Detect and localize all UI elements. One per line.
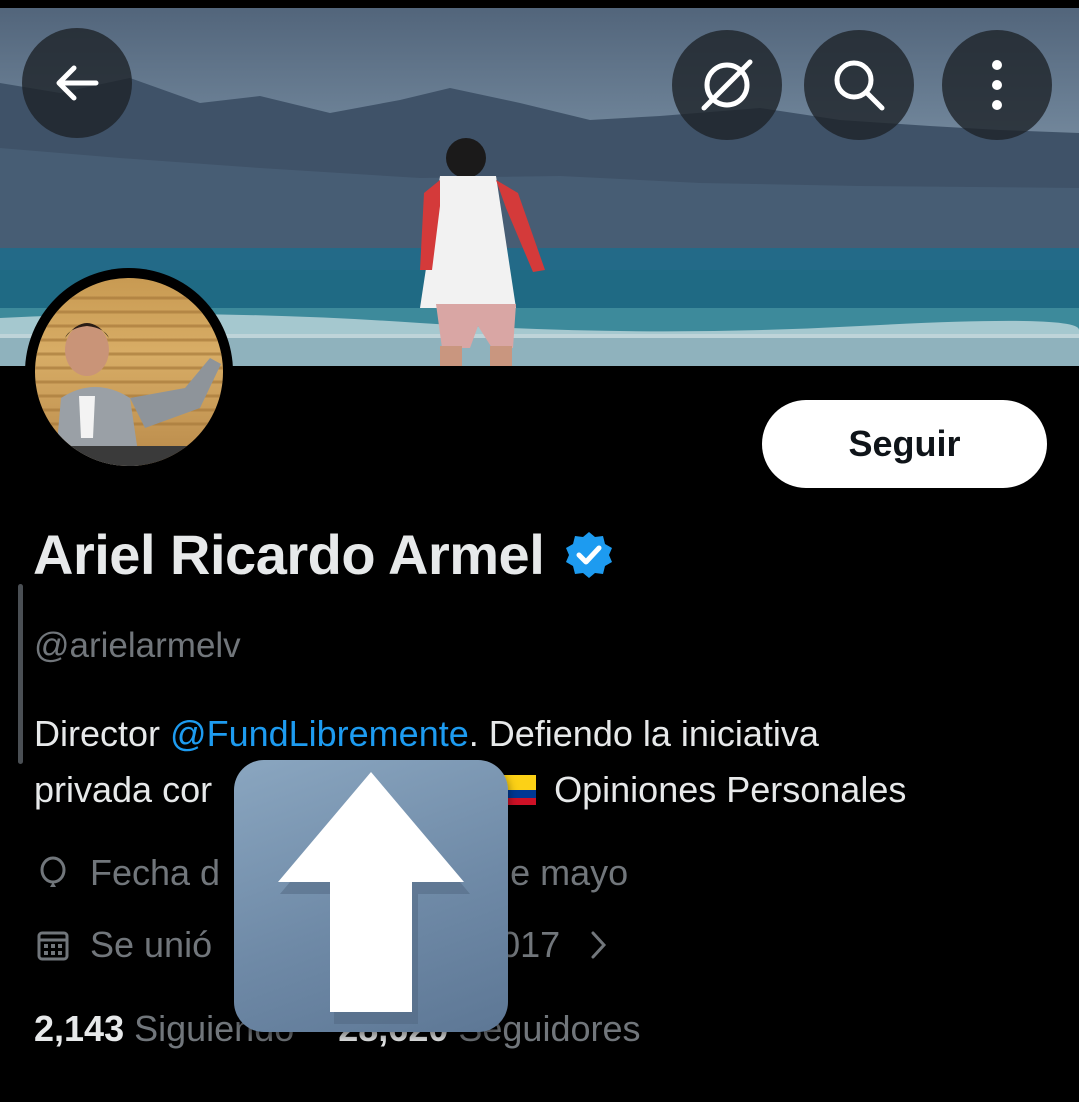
chevron-right-icon[interactable] bbox=[588, 928, 610, 962]
following-count: 2,143 bbox=[34, 1008, 125, 1049]
bio-text: . Defiendo la iniciativa bbox=[468, 713, 819, 754]
avatar-photo bbox=[35, 278, 223, 466]
bio-mention-link[interactable]: @FundLibremente bbox=[170, 713, 469, 754]
profile-bio: Director @FundLibremente. Defiendo la in… bbox=[34, 706, 1054, 818]
grok-icon bbox=[701, 59, 753, 111]
calendar-icon bbox=[37, 931, 69, 961]
balloon-icon bbox=[40, 856, 66, 887]
status-strip bbox=[0, 0, 1079, 8]
birthday-text: Fecha d bbox=[90, 852, 221, 893]
search-button[interactable] bbox=[804, 30, 914, 140]
verified-badge-icon[interactable] bbox=[564, 530, 614, 580]
upload-arrow-overlay bbox=[234, 760, 508, 1032]
upload-arrow-icon bbox=[278, 772, 470, 1024]
arrow-left-icon bbox=[56, 65, 99, 101]
joined-text: Se unió bbox=[90, 924, 213, 965]
bio-text: privada cor bbox=[34, 769, 213, 810]
scroll-indicator bbox=[18, 584, 23, 764]
profile-name-row: Ariel Ricardo Armel bbox=[33, 522, 614, 587]
profile-name: Ariel Ricardo Armel bbox=[33, 523, 545, 586]
bio-text: Opiniones Personales bbox=[544, 769, 907, 810]
more-vertical-icon bbox=[992, 60, 1002, 110]
profile-avatar[interactable] bbox=[25, 268, 233, 476]
more-button[interactable] bbox=[942, 30, 1052, 140]
search-icon bbox=[834, 60, 885, 111]
follow-button[interactable]: Seguir bbox=[762, 400, 1047, 488]
grok-button[interactable] bbox=[672, 30, 782, 140]
profile-handle: @arielarmelv bbox=[34, 626, 241, 665]
back-button[interactable] bbox=[22, 28, 132, 138]
bio-text: Director bbox=[34, 713, 171, 754]
